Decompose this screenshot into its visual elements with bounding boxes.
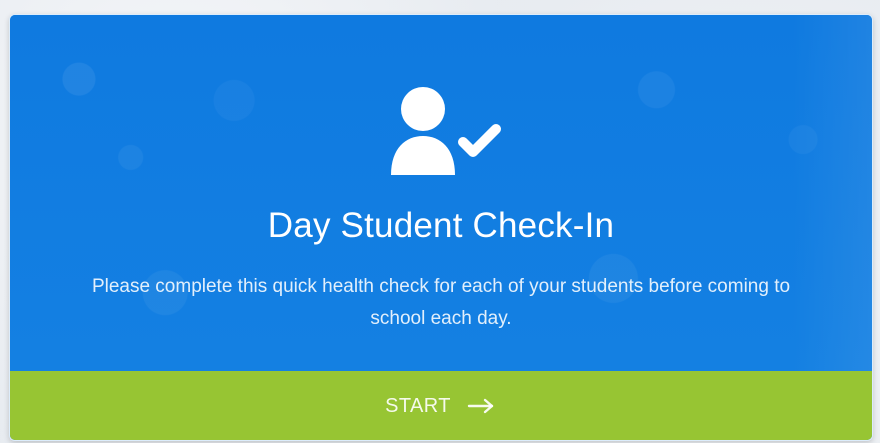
day-student-check-in-card: Day Student Check-In Please complete thi… [9,14,873,441]
user-check-icon [391,87,501,175]
start-button-label: START [385,395,451,417]
arrow-right-icon [467,398,494,413]
card-description: Please complete this quick health check … [91,276,791,329]
start-button[interactable]: START [10,371,872,440]
page: Day Student Check-In Please complete thi… [0,0,880,443]
card-body: Day Student Check-In Please complete thi… [10,15,872,371]
card-title: Day Student Check-In [267,206,615,245]
